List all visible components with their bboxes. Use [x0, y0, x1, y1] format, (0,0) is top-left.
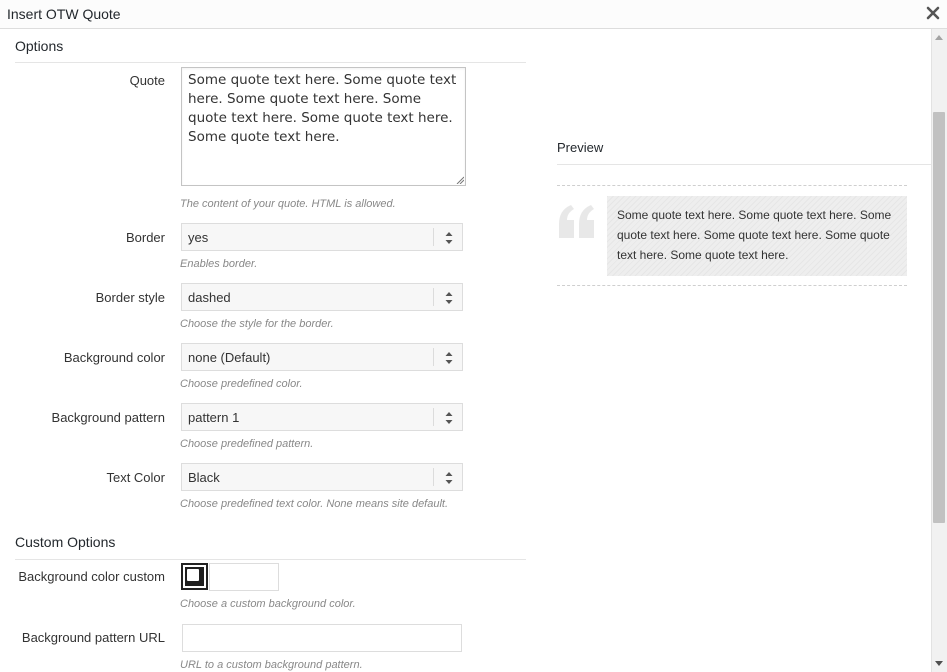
background-pattern-url-input[interactable]	[182, 624, 462, 652]
preview-quote-text: Some quote text here. Some quote text he…	[607, 196, 907, 276]
quote-mark-icon	[559, 205, 594, 238]
options-divider	[15, 62, 526, 63]
background-color-description: Choose predefined color.	[180, 378, 303, 390]
quote-description: The content of your quote. HTML is allow…	[180, 198, 396, 210]
background-pattern-label: Background pattern	[51, 410, 165, 425]
quote-label: Quote	[129, 73, 165, 88]
background-color-custom-description: Choose a custom background color.	[180, 598, 356, 610]
scroll-up-arrow-icon[interactable]	[935, 35, 943, 40]
custom-options-section-title: Custom Options	[15, 534, 116, 550]
preview-divider	[557, 164, 931, 165]
border-description: Enables border.	[180, 258, 258, 270]
background-pattern-select[interactable]: pattern 1	[181, 403, 463, 431]
select-arrows-icon	[445, 412, 453, 424]
select-separator	[433, 288, 434, 306]
preview-title: Preview	[557, 140, 604, 155]
background-pattern-url-label: Background pattern URL	[21, 630, 165, 645]
scroll-down-arrow-icon[interactable]	[935, 661, 943, 666]
text-color-select[interactable]: Black	[181, 463, 463, 491]
select-separator	[433, 468, 434, 486]
background-color-custom-input[interactable]	[209, 563, 279, 591]
scrollbar[interactable]	[931, 29, 947, 672]
text-color-label: Text Color	[106, 470, 165, 485]
text-color-select-value: Black	[188, 470, 220, 485]
select-arrows-icon	[445, 232, 453, 244]
border-style-select-value: dashed	[188, 290, 231, 305]
select-arrows-icon	[445, 472, 453, 484]
preview-quote: Some quote text here. Some quote text he…	[557, 185, 907, 286]
background-color-select-value: none (Default)	[188, 350, 271, 365]
select-separator	[433, 408, 434, 426]
background-color-custom-label: Background color custom	[18, 569, 165, 584]
background-pattern-url-description: URL to a custom background pattern.	[180, 659, 363, 671]
options-section-title: Options	[15, 38, 64, 54]
close-icon[interactable]	[925, 5, 941, 21]
text-color-description: Choose predefined text color. None means…	[180, 498, 449, 510]
resize-handle-icon[interactable]	[456, 176, 464, 184]
border-label: Border	[125, 230, 165, 245]
quote-textarea-value: Some quote text here. Some quote text he…	[188, 72, 457, 145]
quote-textarea[interactable]: Some quote text here. Some quote text he…	[181, 67, 466, 186]
border-style-description: Choose the style for the border.	[180, 318, 334, 330]
select-separator	[433, 348, 434, 366]
color-swatch	[185, 567, 204, 586]
border-select-value: yes	[188, 230, 209, 245]
background-color-label: Background color	[63, 350, 165, 365]
dialog-titlebar: Insert OTW Quote	[0, 0, 947, 29]
select-arrows-icon	[445, 352, 453, 364]
dialog-title: Insert OTW Quote	[7, 6, 121, 22]
color-swatch-center	[187, 569, 199, 581]
border-style-select[interactable]: dashed	[181, 283, 463, 311]
background-pattern-select-value: pattern 1	[188, 410, 240, 425]
scrollbar-thumb[interactable]	[933, 112, 945, 523]
select-separator	[433, 228, 434, 246]
background-pattern-description: Choose predefined pattern.	[180, 438, 314, 450]
select-arrows-icon	[445, 292, 453, 304]
custom-options-divider	[15, 559, 526, 560]
border-style-label: Border style	[95, 290, 165, 305]
color-picker-icon[interactable]	[181, 563, 208, 590]
border-select[interactable]: yes	[181, 223, 463, 251]
background-color-select[interactable]: none (Default)	[181, 343, 463, 371]
